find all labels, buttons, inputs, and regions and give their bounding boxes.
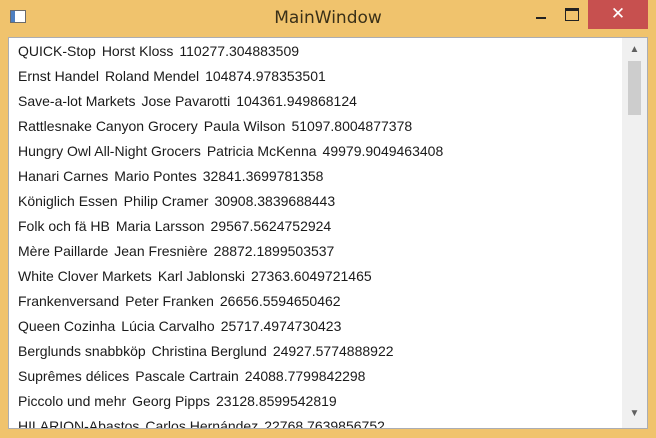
list-item-company: Mère Paillarde — [18, 243, 109, 259]
list-item-contact: Pascale Cartrain — [135, 368, 239, 384]
maximize-button[interactable] — [556, 0, 586, 29]
list-item-value: 30908.3839688443 — [214, 193, 336, 209]
close-button[interactable]: ✕ — [588, 0, 648, 29]
list-item[interactable]: HILARION-Abastos Carlos Hernández 22768.76… — [18, 414, 385, 428]
list-item[interactable]: Save-a-lot Markets Jose Pavarotti 104361.9… — [18, 89, 357, 114]
list-item-company: Königlich Essen — [18, 193, 118, 209]
list-item-value: 104874.978353501 — [205, 68, 326, 84]
list-item-value: 110277.304883509 — [179, 43, 300, 59]
list-item-value: 26656.5594650462 — [219, 293, 341, 309]
list-item-company: Hungry Owl All-Night Grocers — [18, 143, 201, 159]
list-item-contact: Carlos Hernández — [145, 418, 259, 428]
list-item-value: 24927.5774888922 — [272, 343, 394, 359]
chevron-up-icon[interactable]: ▲ — [622, 41, 647, 59]
list-item-contact: Jose Pavarotti — [141, 93, 231, 109]
list-item-contact: Roland Mendel — [104, 68, 200, 84]
list-item[interactable]: Mère Paillarde Jean Fresnière 28872.189950… — [18, 239, 334, 264]
list-item-company: Frankenversand — [18, 293, 120, 309]
list-item-value: 51097.8004877378 — [291, 118, 413, 134]
list-item-company: Folk och fä HB — [18, 218, 110, 234]
main-window: MainWindow ✕ QUICK-Stop Horst Kloss 110277… — [0, 0, 656, 438]
list-item-contact: Jean Fresnière — [114, 243, 208, 259]
list-item-company: Queen Cozinha — [18, 318, 116, 334]
list-item-contact: Peter Franken — [125, 293, 214, 309]
list-item[interactable]: White Clover Markets Karl Jablonski 27363.… — [18, 264, 372, 289]
list-item-company: QUICK-Stop — [18, 43, 96, 59]
list-item-contact: Mario Pontes — [114, 168, 197, 184]
list-box[interactable]: QUICK-Stop Horst Kloss 110277.304883509 Ern… — [8, 37, 648, 429]
list-item-contact: Philip Cramer — [123, 193, 209, 209]
list-item[interactable]: Frankenversand Peter Franken 26656.5594650… — [18, 289, 341, 314]
list-item-contact: Lúcia Carvalho — [121, 318, 215, 334]
list-item-value: 25717.4974730423 — [220, 318, 342, 334]
list-item[interactable]: Queen Cozinha Lúcia Carvalho 25717.4974730… — [18, 314, 341, 339]
list-item-value: 28872.1899503537 — [213, 243, 335, 259]
list-item-value: 49979.9049463408 — [322, 143, 444, 159]
list-item-value: 104361.949868124 — [236, 93, 357, 109]
list-item[interactable]: QUICK-Stop Horst Kloss 110277.304883509 — [18, 39, 299, 64]
list-item-contact: Christina Berglund — [151, 343, 267, 359]
list-item[interactable]: Rattlesnake Canyon Grocery Paula Wilson 51… — [18, 114, 412, 139]
list-item-company: Berglunds snabbköp — [18, 343, 146, 359]
chevron-down-icon[interactable]: ▼ — [622, 405, 647, 423]
close-icon: ✕ — [610, 4, 626, 24]
list-item[interactable]: Ernst Handel Roland Mendel 104874.97835350… — [18, 64, 326, 89]
minimize-button[interactable] — [526, 0, 556, 29]
customer-list[interactable]: QUICK-Stop Horst Kloss 110277.304883509 Ern… — [9, 38, 622, 428]
list-item-company: Piccolo und mehr — [18, 393, 127, 409]
list-item[interactable]: Hanari Carnes Mario Pontes 32841.369978135… — [18, 164, 323, 189]
list-item-contact: Patricia McKenna — [206, 143, 317, 159]
list-item-company: White Clover Markets — [18, 268, 152, 284]
list-item-value: 22768.7639856752 — [264, 418, 385, 428]
list-item-value: 24088.7799842298 — [244, 368, 366, 384]
list-item[interactable]: Suprêmes délices Pascale Cartrain 24088.77… — [18, 364, 365, 389]
title-bar[interactable]: MainWindow ✕ — [0, 0, 656, 37]
list-item-company: Ernst Handel — [18, 68, 99, 84]
list-item[interactable]: Piccolo und mehr Georg Pipps 23128.8599542… — [18, 389, 337, 414]
list-item-value: 27363.6049721465 — [250, 268, 372, 284]
list-item-contact: Horst Kloss — [101, 43, 174, 59]
list-item-company: Save-a-lot Markets — [18, 93, 136, 109]
list-item[interactable]: Folk och fä HB Maria Larsson 29567.5624752… — [18, 214, 331, 239]
list-item[interactable]: Berglunds snabbköp Christina Berglund 2492… — [18, 339, 394, 364]
list-item-contact: Maria Larsson — [115, 218, 205, 234]
list-item-value: 23128.8599542819 — [216, 393, 337, 409]
list-item-contact: Paula Wilson — [203, 118, 286, 134]
vertical-scrollbar[interactable]: ▲ ▼ — [622, 38, 647, 428]
list-item-company: HILARION-Abastos — [18, 418, 140, 428]
list-item[interactable]: Hungry Owl All-Night Grocers Patricia McK… — [18, 139, 443, 164]
list-item-company: Hanari Carnes — [18, 168, 109, 184]
list-item-contact: Georg Pipps — [132, 393, 210, 409]
list-item-value: 29567.5624752924 — [210, 218, 332, 234]
list-item-value: 32841.3699781358 — [202, 168, 324, 184]
list-item[interactable]: Königlich Essen Philip Cramer 30908.383968… — [18, 189, 335, 214]
list-item-company: Rattlesnake Canyon Grocery — [18, 118, 198, 134]
list-item-contact: Karl Jablonski — [157, 268, 245, 284]
scrollbar-thumb[interactable] — [628, 61, 641, 115]
list-item-company: Suprêmes délices — [18, 368, 130, 384]
